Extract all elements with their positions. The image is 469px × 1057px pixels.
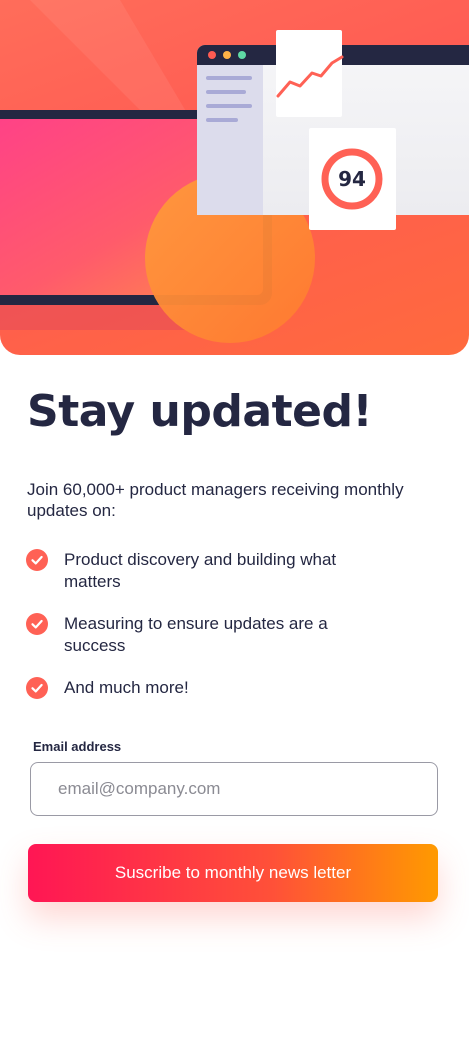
browser-sidebar [197,65,263,215]
hero-illustration-svg: 94 [0,0,469,343]
feature-item: Product discovery and building what matt… [26,549,386,593]
feature-item: Measuring to ensure updates are a succes… [26,613,386,657]
sidebar-line [206,76,252,80]
newsletter-signup-page: 94 Stay updated! Join 60,000+ product ma… [0,0,469,1057]
feature-label: And much more! [64,678,189,697]
subscribe-button[interactable]: Suscribe to monthly news letter [28,844,438,902]
page-title: Stay updated! [27,386,373,437]
feature-list: Product discovery and building what matt… [26,549,426,699]
feature-label: Measuring to ensure updates are a succes… [64,614,328,655]
window-close-dot [208,51,216,59]
sidebar-line [206,104,252,108]
chart-card [276,30,342,117]
check-icon [26,677,48,699]
check-icon [26,613,48,635]
email-input[interactable] [30,762,438,816]
feature-label: Product discovery and building what matt… [64,550,337,591]
hero-illustration: 94 [0,0,469,355]
window-minimize-dot [223,51,231,59]
intro-text: Join 60,000+ product managers receiving … [27,480,404,520]
check-icon [26,549,48,571]
sidebar-line [206,90,246,94]
window-maximize-dot [238,51,246,59]
feature-item: And much more! [26,677,386,699]
sidebar-line [206,118,238,122]
email-label: Email address [33,739,122,754]
score-value: 94 [338,167,366,191]
